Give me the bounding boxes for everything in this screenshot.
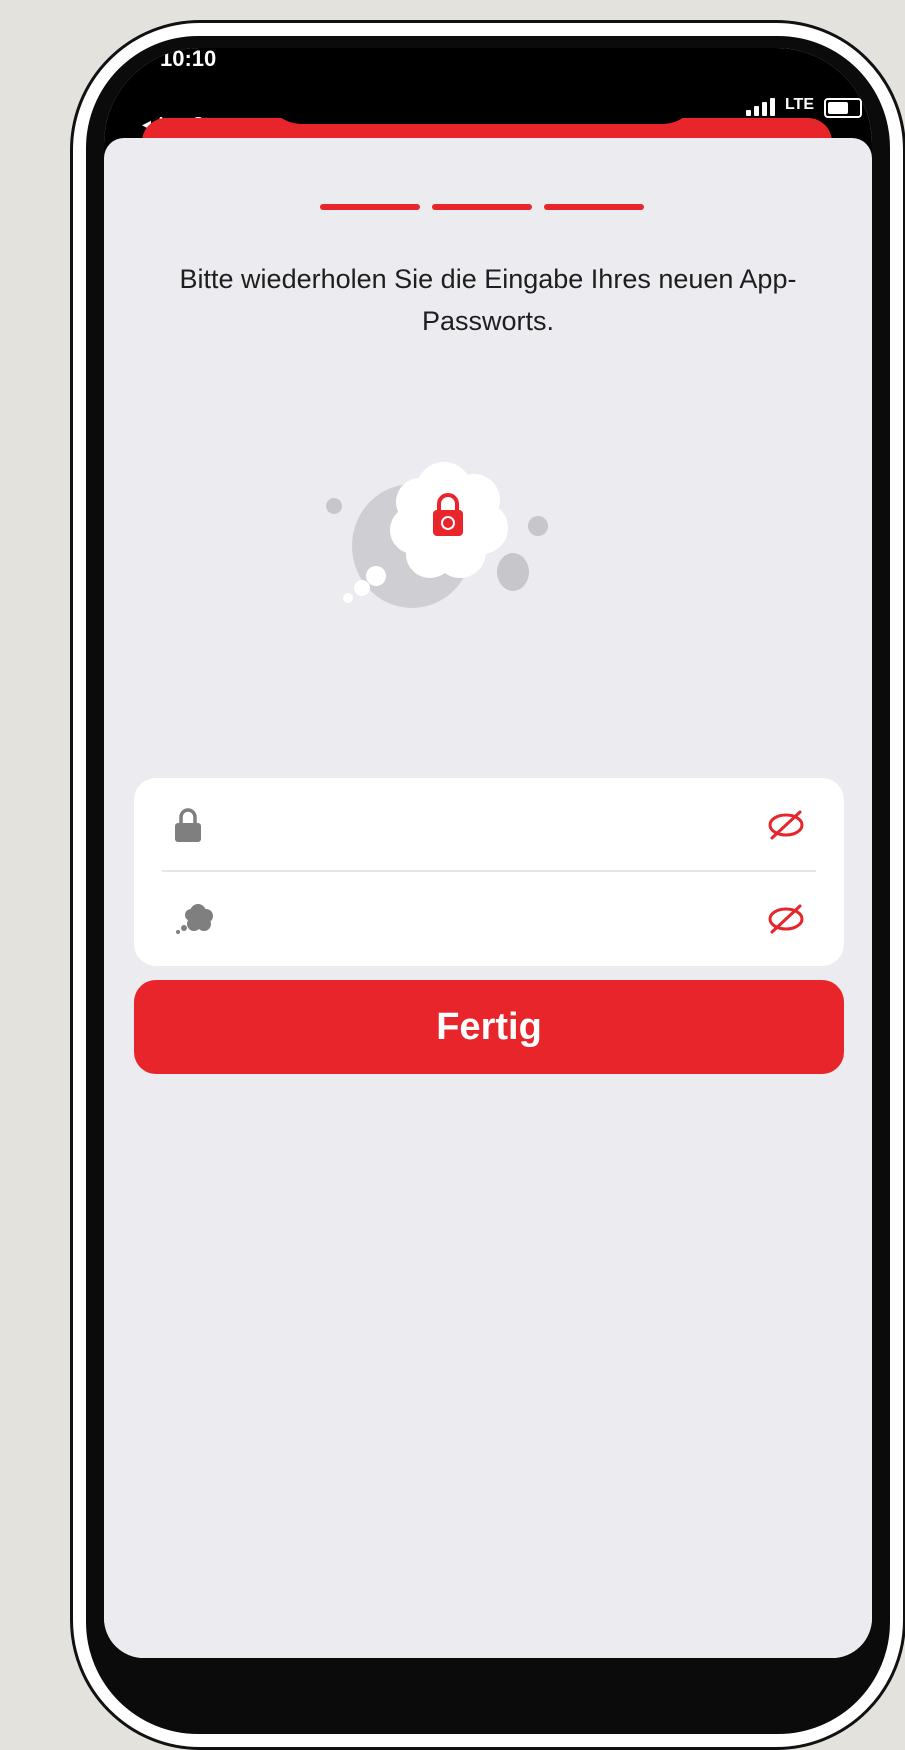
page-instruction: Bitte wiederholen Sie die Eingabe Ihres … [179, 264, 797, 336]
done-button[interactable]: Fertig [134, 980, 844, 1074]
step-progress [320, 204, 660, 210]
signal-strength-icon [746, 98, 776, 116]
new-password-field[interactable] [244, 802, 718, 848]
new-password-row [134, 778, 844, 870]
lock-icon [175, 808, 201, 842]
eye-slash-icon[interactable] [766, 808, 806, 842]
password-hint-row [134, 872, 844, 964]
content-panel: Bitte wiederholen Sie die Eingabe Ihres … [104, 138, 872, 1658]
eye-slash-icon[interactable] [766, 902, 806, 936]
battery-icon [824, 98, 862, 118]
progress-step [432, 204, 532, 210]
thought-cloud-icon [176, 904, 213, 934]
progress-step [544, 204, 644, 210]
network-label: LTE [784, 96, 814, 113]
screen: 10:10 ◂ App Store LTE Bitte wiederholen … [104, 48, 872, 1658]
status-time: 10:10 [160, 48, 217, 71]
progress-step [320, 204, 420, 210]
thought-cloud-lock-illustration [326, 462, 548, 608]
password-hint-field[interactable] [244, 896, 718, 942]
password-card [134, 778, 844, 966]
speaker-icon [388, 74, 472, 92]
notch [264, 48, 700, 124]
phone-frame: 10:10 ◂ App Store LTE Bitte wiederholen … [86, 36, 890, 1734]
